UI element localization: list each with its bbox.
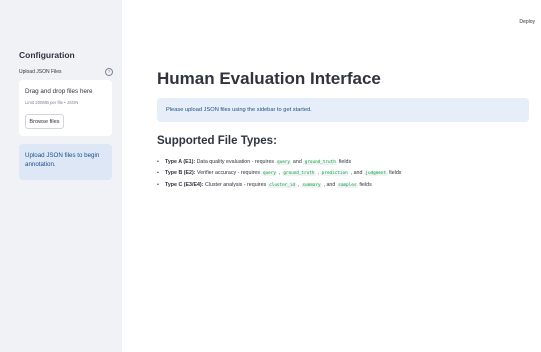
help-icon[interactable]: ? (105, 68, 113, 76)
type-tail: fields (337, 159, 352, 165)
separator: and (291, 159, 304, 165)
code-field: query (261, 171, 278, 177)
type-text: Data quality evaluation - requires (195, 159, 276, 165)
sidebar-title: Configuration (19, 50, 75, 60)
dropzone-title: Drag and drop files here (25, 88, 93, 95)
file-dropzone[interactable]: Drag and drop files here Limit 200MB per… (19, 80, 112, 136)
list-item: • Type A (E1): Data quality evaluation - … (157, 159, 352, 165)
code-field: summary (300, 182, 323, 188)
code-field: judgment (363, 171, 388, 177)
dropzone-limit: Limit 200MB per file • JSON (25, 100, 79, 105)
code-field: prediction (320, 171, 350, 177)
type-tail: fields (387, 170, 402, 177)
sidebar-info-alert: Upload JSON files to begin annotation. (19, 144, 112, 180)
type-label: Type B (E2): (165, 170, 196, 177)
code-field: ground_truth (303, 160, 338, 165)
main-info-alert: Please upload JSON files using the sideb… (157, 98, 529, 122)
type-tail: fields (357, 181, 372, 188)
list-item: • Type C (E3/E4): Cluster analysis - requ… (157, 181, 372, 188)
section-title: Supported File Types: (157, 135, 277, 147)
code-field: samples (336, 182, 358, 188)
code-field: query (275, 160, 292, 165)
separator: , and (349, 170, 364, 177)
page-title: Human Evaluation Interface (157, 69, 381, 88)
code-field: ground_truth (281, 171, 316, 177)
type-text: Cluster analysis - requires (203, 181, 268, 188)
separator: , and (322, 181, 337, 188)
sidebar: Configuration Upload JSON Files ? Drag a… (0, 0, 122, 352)
type-label: Type A (E1): (165, 159, 196, 165)
deploy-button[interactable]: Deploy (519, 19, 535, 25)
type-text: Verifier accuracy - requires (195, 170, 262, 177)
code-field: cluster_id (267, 182, 297, 188)
list-item: • Type B (E2): Verifier accuracy - requir… (157, 170, 402, 177)
type-label: Type C (E3/E4): (165, 181, 204, 188)
browse-files-button[interactable]: Browse files (25, 114, 64, 129)
upload-label: Upload JSON Files (19, 69, 62, 75)
file-types-list: • Type A (E1): Data quality evaluation - … (157, 157, 401, 191)
